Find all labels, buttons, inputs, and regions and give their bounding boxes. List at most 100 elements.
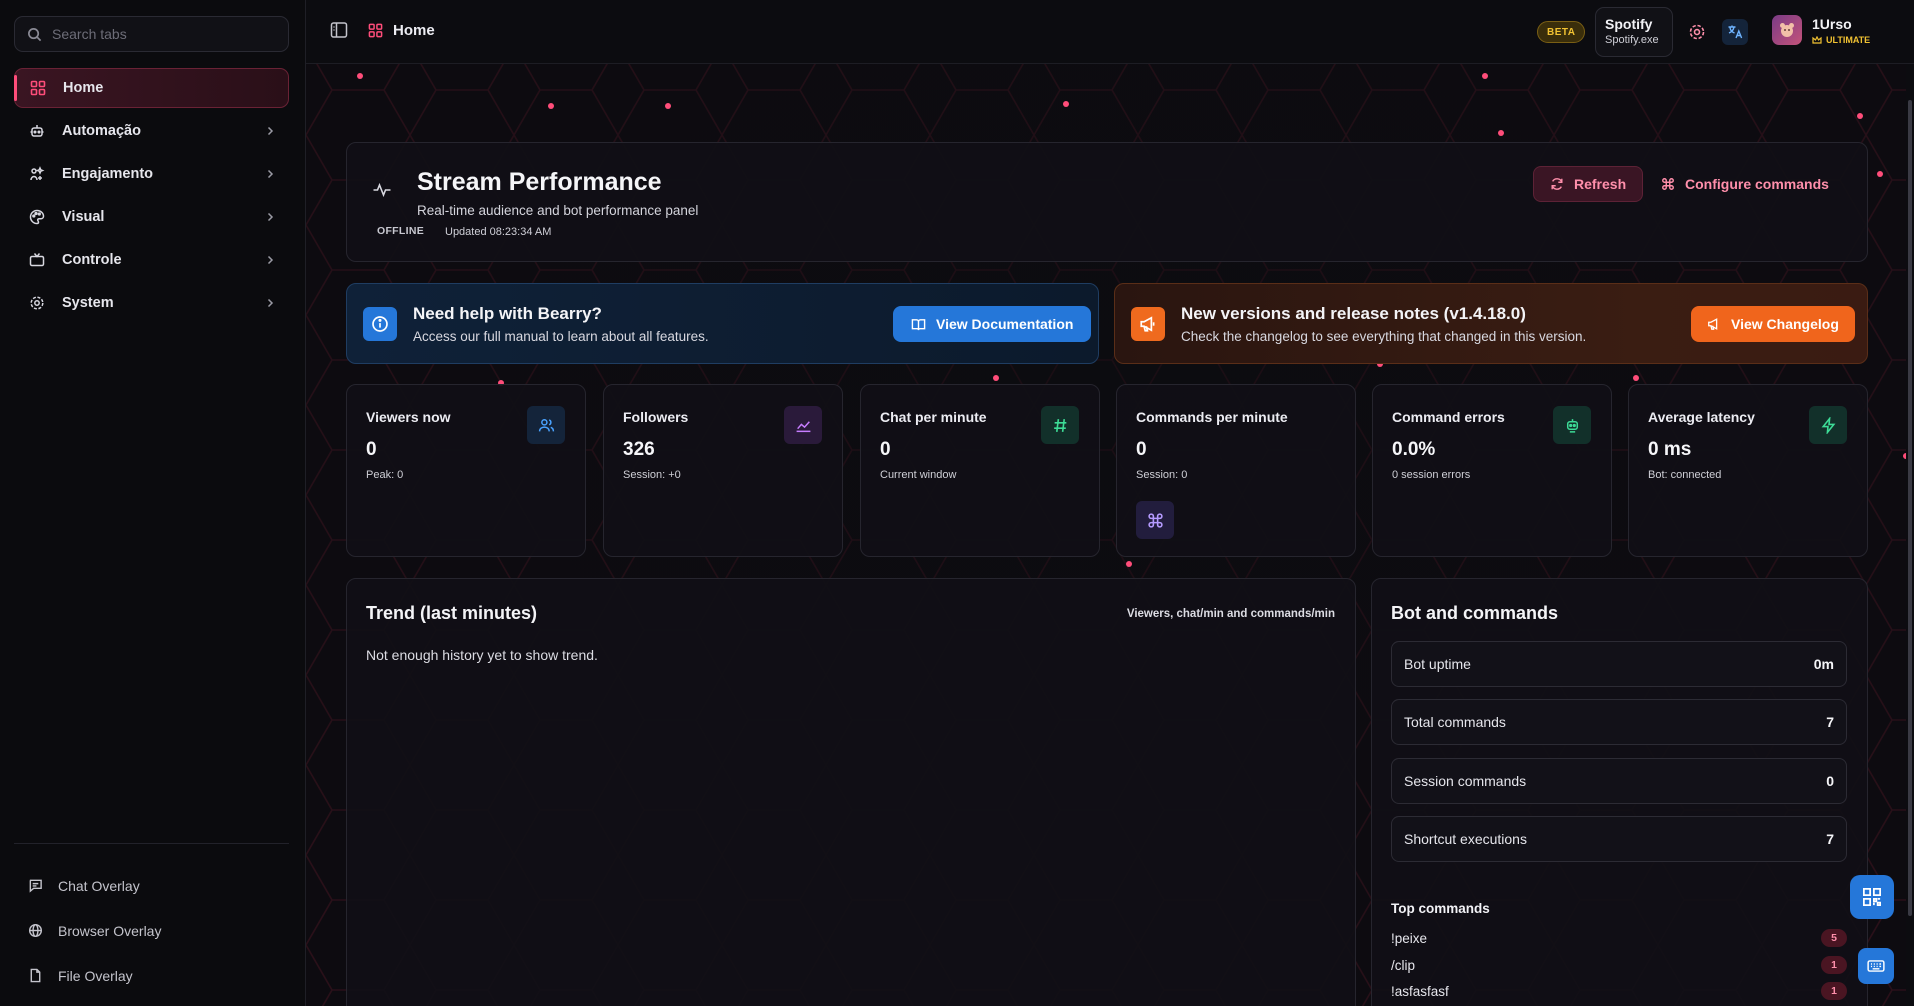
user-name: 1Urso [1812, 15, 1852, 32]
total-commands-row: Total commands 7 [1391, 699, 1847, 745]
chevron-right-icon [267, 298, 274, 308]
stat-subtext: Current window [880, 469, 957, 481]
stat-value: 326 [623, 439, 655, 460]
users-icon [527, 406, 565, 444]
translate-icon[interactable] [1722, 19, 1748, 45]
megaphone-icon [1131, 307, 1165, 341]
crown-icon [1812, 35, 1822, 44]
sidebar-item-label: Controle [62, 252, 122, 268]
sidebar-item-automacao[interactable]: Automação [14, 111, 289, 151]
stat-value: 0 [366, 439, 377, 460]
stat-card-average-latency: Average latency 0 ms Bot: connected [1628, 384, 1868, 557]
configure-commands-button[interactable]: Configure commands [1647, 166, 1843, 202]
main-scrollbar[interactable] [1906, 64, 1914, 1006]
sidebar-item-engajamento[interactable]: Engajamento [14, 154, 289, 194]
page-title: Home [393, 22, 435, 39]
settings-gear-icon[interactable] [1686, 21, 1708, 43]
file-icon [26, 967, 44, 985]
qr-code-button[interactable] [1850, 875, 1894, 919]
refresh-button[interactable]: Refresh [1533, 166, 1644, 202]
top-command-item: !asfasfasf 1 [1391, 980, 1847, 1002]
grid-icon [29, 79, 47, 97]
stat-label: Average latency [1648, 409, 1755, 425]
sidebar-item-controle[interactable]: Controle [14, 240, 289, 280]
media-subtitle: Spotify.exe [1605, 34, 1659, 46]
command-icon [1662, 178, 1674, 190]
sparkle-icon [28, 165, 46, 183]
bot-commands-title: Bot and commands [1391, 603, 1559, 623]
stat-value: 0 [1136, 439, 1147, 460]
search-box[interactable] [14, 16, 289, 52]
shortcut-executions-row: Shortcut executions 7 [1391, 816, 1847, 862]
sidebar-item-home[interactable]: Home [14, 68, 289, 108]
top-command-item: !peixe 5 [1391, 927, 1847, 949]
hash-icon [1041, 406, 1079, 444]
bot-commands-card: Bot and commands Bot uptime 0m Total com… [1371, 578, 1868, 1006]
help-banner: Need help with Bearry? Access our full m… [346, 283, 1099, 364]
sidebar-item-label: Engajamento [62, 166, 154, 182]
trend-card: Trend (last minutes) Viewers, chat/min a… [346, 578, 1356, 1006]
gear-icon [28, 294, 46, 312]
keyboard-button[interactable] [1858, 948, 1894, 984]
stat-value: 0 [880, 439, 891, 460]
view-changelog-button[interactable]: View Changelog [1691, 306, 1855, 342]
grid-icon [368, 23, 383, 38]
chevron-right-icon [267, 212, 274, 222]
stat-label: Viewers now [366, 409, 451, 425]
bolt-icon [1809, 406, 1847, 444]
user-tier: ULTIMATE [1812, 35, 1870, 45]
stat-card-viewers: Viewers now 0 Peak: 0 [346, 384, 586, 557]
user-menu[interactable]: 1Urso ULTIMATE [1772, 15, 1870, 45]
sidebar-item-label: System [62, 295, 114, 311]
sidebar-item-file-overlay[interactable]: File Overlay [14, 953, 289, 998]
view-documentation-button[interactable]: View Documentation [893, 306, 1092, 342]
main-nav: Home Automação Engajamento Visual Contro… [14, 68, 289, 326]
sidebar: Home Automação Engajamento Vi [0, 0, 306, 1006]
scrollbar-thumb[interactable] [1908, 100, 1912, 916]
chevron-right-icon [267, 126, 274, 136]
trend-legend: Viewers, chat/min and commands/min [1126, 608, 1335, 620]
avatar [1772, 15, 1802, 45]
stat-subtext: Session: +0 [623, 469, 681, 481]
stat-label: Commands per minute [1136, 409, 1288, 425]
sidebar-item-system[interactable]: System [14, 283, 289, 323]
app-window: Home Automação Engajamento Vi [0, 0, 1914, 1006]
count-badge: 5 [1821, 929, 1847, 947]
sidebar-item-label: Chat Overlay [58, 877, 140, 894]
release-notes-banner: New versions and release notes (v1.4.18.… [1114, 283, 1868, 364]
breadcrumb: Home [368, 22, 435, 39]
sidebar-item-label: Browser Overlay [58, 922, 162, 939]
stat-value: 0 ms [1648, 439, 1692, 460]
sidebar-item-browser-overlay[interactable]: Browser Overlay [14, 908, 289, 953]
top-command-item: /clip 1 [1391, 954, 1847, 976]
sidebar-item-chat-overlay[interactable]: Chat Overlay [14, 863, 289, 908]
sidebar-item-visual[interactable]: Visual [14, 197, 289, 237]
dashboard-content: Stream Performance Real-time audience an… [306, 64, 1914, 1006]
tv-icon [28, 251, 46, 269]
sidebar-toggle-icon[interactable] [330, 21, 352, 43]
chevron-right-icon [267, 169, 274, 179]
stat-label: Chat per minute [880, 409, 987, 425]
beta-badge: BETA [1537, 21, 1586, 43]
chevron-right-icon [267, 255, 274, 265]
sidebar-item-label: Automação [62, 123, 141, 139]
trend-empty-message: Not enough history yet to show trend. [366, 647, 598, 663]
sidebar-item-label: File Overlay [58, 967, 133, 984]
search-input[interactable] [52, 26, 272, 42]
page-title: Stream Performance [417, 168, 662, 196]
stat-card-commands-per-minute: Commands per minute 0 Session: 0 [1116, 384, 1356, 557]
chat-icon [26, 877, 44, 895]
activity-icon [369, 177, 395, 203]
stat-label: Followers [623, 409, 689, 425]
top-commands-title: Top commands [1391, 901, 1490, 916]
top-bar: Home BETA Spotify Spotify.exe 1Urso ULTI… [306, 0, 1914, 64]
stat-label: Command errors [1392, 409, 1505, 425]
stat-value: 0.0% [1392, 439, 1436, 460]
sidebar-item-label: Visual [62, 209, 105, 225]
command-icon [1136, 501, 1174, 539]
book-icon [911, 318, 926, 330]
stat-subtext: Session: 0 [1136, 469, 1188, 481]
now-playing[interactable]: Spotify Spotify.exe [1595, 7, 1673, 57]
stat-card-followers: Followers 326 Session: +0 [603, 384, 843, 557]
stat-subtext: Peak: 0 [366, 469, 404, 481]
